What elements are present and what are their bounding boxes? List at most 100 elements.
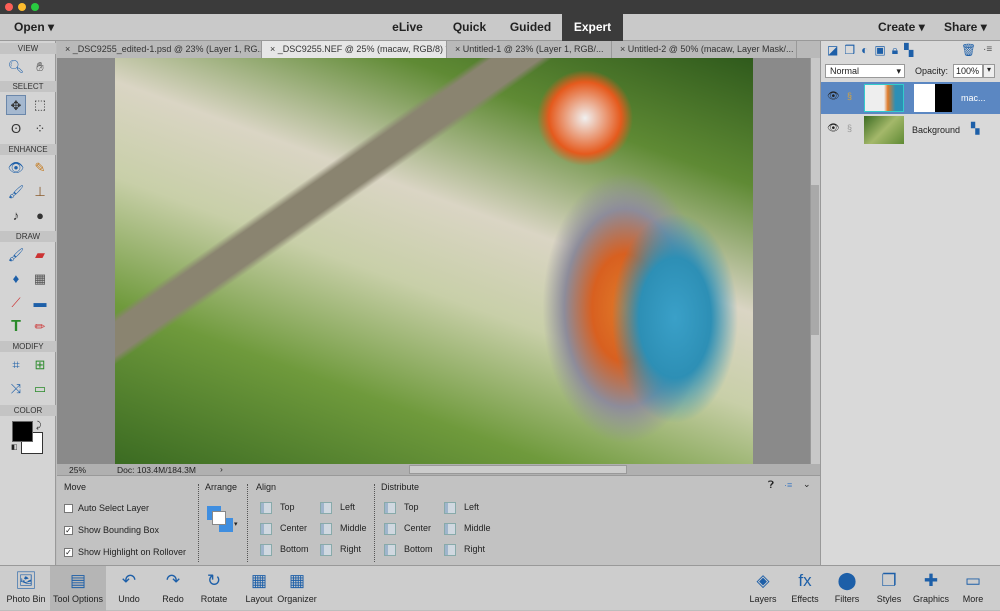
minimize-window-button[interactable] bbox=[18, 3, 26, 11]
shape-tool-icon[interactable]: ▬ bbox=[30, 293, 50, 313]
more-panel-button[interactable]: ▭ More bbox=[952, 566, 994, 611]
macaw-photo bbox=[115, 58, 753, 464]
status-menu-arrow[interactable]: › bbox=[220, 464, 223, 474]
zoom-level: 25% bbox=[69, 465, 87, 475]
paint-bucket-tool-icon[interactable]: ♦ bbox=[6, 269, 26, 289]
default-colors-icon[interactable]: ◧ bbox=[11, 443, 18, 451]
delete-layer-icon[interactable]: 🗑︎ bbox=[961, 43, 976, 57]
undo-button[interactable]: ↶ Undo bbox=[108, 566, 150, 611]
link-icon[interactable]: § bbox=[847, 123, 852, 133]
new-group-icon[interactable]: ❒ bbox=[844, 43, 861, 57]
button-label: Organizer bbox=[277, 594, 317, 604]
link-icon[interactable]: § bbox=[847, 91, 852, 101]
lasso-tool-icon[interactable]: ʘ bbox=[6, 119, 26, 139]
layout-button[interactable]: ▦ Layout bbox=[238, 566, 280, 611]
organizer-icon: ▦ bbox=[288, 571, 306, 590]
canvas-area[interactable] bbox=[57, 58, 810, 464]
swap-colors-icon[interactable]: ⤸ bbox=[36, 420, 41, 431]
layer-mask-thumbnail[interactable] bbox=[914, 84, 952, 112]
mode-guided[interactable]: Guided bbox=[503, 14, 558, 41]
auto-select-layer-checkbox[interactable] bbox=[64, 504, 73, 513]
document-tab[interactable]: × Untitled-2 @ 50% (macaw, Layer Mask/..… bbox=[612, 41, 797, 58]
align-title: Align bbox=[256, 482, 277, 492]
align-bottom-icon bbox=[260, 544, 272, 556]
align-label: Top bbox=[280, 502, 295, 512]
align-middle-icon bbox=[320, 523, 332, 535]
document-tab-active[interactable]: × _DSC9255.NEF @ 25% (macaw, RGB/8) * bbox=[262, 41, 447, 58]
spot-healing-tool-icon[interactable]: ✎ bbox=[30, 158, 50, 178]
create-button[interactable]: Create ▾ bbox=[878, 14, 925, 41]
marquee-tool-icon[interactable]: ⬚ bbox=[30, 95, 50, 115]
help-icon[interactable]: ❓︎ bbox=[768, 480, 774, 491]
opacity-input[interactable]: 100% bbox=[953, 64, 983, 78]
button-label: More bbox=[962, 594, 984, 604]
effects-panel-button[interactable]: fx Effects bbox=[784, 566, 826, 611]
layer-row-macaw[interactable]: 👁︎ § mac... bbox=[821, 82, 1000, 114]
arrange-button[interactable]: ▾ bbox=[207, 506, 238, 532]
new-layer-icon[interactable]: ◪ bbox=[827, 43, 844, 57]
content-aware-move-tool-icon[interactable]: ⤨ bbox=[6, 379, 26, 399]
section-select: SELECT bbox=[0, 81, 56, 92]
collapse-chevron-icon[interactable]: ⌄ bbox=[803, 479, 811, 490]
layers-menu-icon[interactable]: ·≡ bbox=[983, 44, 992, 55]
redo-button[interactable]: ↷ Redo bbox=[152, 566, 194, 611]
move-tool-icon[interactable]: ✥ bbox=[6, 95, 26, 115]
opacity-dropdown[interactable]: ▾ bbox=[983, 64, 995, 78]
eraser-tool-icon[interactable]: ▰ bbox=[30, 245, 50, 265]
quick-selection-tool-icon[interactable]: ⁘ bbox=[30, 119, 50, 139]
tool-options-panel: Move Auto Select Layer ✓ Show Bounding B… bbox=[57, 475, 820, 565]
clone-stamp-tool-icon[interactable]: ⊥ bbox=[30, 182, 50, 202]
eyedropper-tool-icon[interactable]: ⟋ bbox=[6, 293, 26, 313]
open-button[interactable]: Open ▾ bbox=[14, 14, 54, 41]
graphics-panel-button[interactable]: ✚ Graphics bbox=[910, 566, 952, 611]
smart-brush-tool-icon[interactable]: 🖌︎ bbox=[6, 182, 26, 202]
vertical-scroll-thumb[interactable] bbox=[811, 185, 819, 335]
lock-all-icon[interactable]: 🔒︎ bbox=[892, 43, 904, 57]
layers-panel-button[interactable]: ◈ Layers bbox=[742, 566, 784, 611]
straighten-tool-icon[interactable]: ▭ bbox=[30, 379, 50, 399]
lock-transparency-icon[interactable]: ▚ bbox=[904, 43, 919, 57]
title-bar bbox=[0, 0, 1000, 14]
document-tab[interactable]: × Untitled-1 @ 23% (Layer 1, RGB/... bbox=[447, 41, 612, 58]
show-highlight-checkbox[interactable]: ✓ bbox=[64, 548, 73, 557]
document-tab[interactable]: × _DSC9255_edited-1.psd @ 23% (Layer 1, … bbox=[57, 41, 262, 58]
filters-panel-button[interactable]: ⬤ Filters bbox=[826, 566, 868, 611]
crop-tool-icon[interactable]: ⌗ bbox=[6, 355, 26, 375]
tool-options-button[interactable]: ▤ Tool Options bbox=[50, 566, 106, 611]
red-eye-tool-icon[interactable]: 👁︎ bbox=[6, 158, 26, 178]
layer-mask-icon[interactable]: ▣ bbox=[874, 43, 891, 57]
distribute-label: Middle bbox=[464, 523, 491, 533]
organizer-button[interactable]: ▦ Organizer bbox=[276, 566, 318, 611]
foreground-color-swatch[interactable] bbox=[12, 421, 33, 442]
effects-icon: fx bbox=[798, 571, 812, 590]
horizontal-scroll-thumb[interactable] bbox=[409, 465, 627, 474]
type-tool-icon[interactable]: T bbox=[6, 317, 26, 337]
hand-tool-icon[interactable]: ✋︎ bbox=[30, 57, 50, 77]
styles-panel-button[interactable]: ❐ Styles bbox=[868, 566, 910, 611]
gradient-tool-icon[interactable]: ▦ bbox=[30, 269, 50, 289]
layer-name: mac... bbox=[961, 93, 986, 103]
align-label: Left bbox=[340, 502, 356, 512]
mode-quick[interactable]: Quick bbox=[442, 14, 497, 41]
tab-label: _DSC9255_edited-1.psd @ 23% (Layer 1, RG… bbox=[72, 44, 262, 54]
rotate-button[interactable]: ↻ Rotate bbox=[193, 566, 235, 611]
share-button[interactable]: Share ▾ bbox=[944, 14, 987, 41]
photo-bin-button[interactable]: 🖼︎ Photo Bin bbox=[5, 566, 47, 611]
zoom-tool-icon[interactable]: 🔍︎ bbox=[6, 57, 26, 77]
sponge-tool-icon[interactable]: ● bbox=[30, 206, 50, 226]
panel-menu-icon[interactable]: ·≡ bbox=[784, 480, 792, 490]
blend-mode-select[interactable]: Normal ▾ bbox=[825, 64, 905, 78]
mode-expert[interactable]: Expert bbox=[562, 14, 623, 41]
visibility-eye-icon[interactable]: 👁︎ bbox=[827, 123, 840, 134]
blur-tool-icon[interactable]: ♪ bbox=[6, 206, 26, 226]
pencil-tool-icon[interactable]: ✏︎ bbox=[30, 317, 50, 337]
adjustment-layer-icon[interactable]: ◐ bbox=[861, 43, 874, 57]
close-window-button[interactable] bbox=[5, 3, 13, 11]
zoom-window-button[interactable] bbox=[31, 3, 39, 11]
show-bounding-box-checkbox[interactable]: ✓ bbox=[64, 526, 73, 535]
mode-elive[interactable]: eLive bbox=[380, 14, 435, 41]
recompose-tool-icon[interactable]: ⊞ bbox=[30, 355, 50, 375]
brush-tool-icon[interactable]: 🖌︎ bbox=[6, 245, 26, 265]
visibility-eye-icon[interactable]: 👁︎ bbox=[827, 91, 840, 102]
layer-row-background[interactable]: 👁︎ § Background ▚ bbox=[821, 114, 1000, 146]
